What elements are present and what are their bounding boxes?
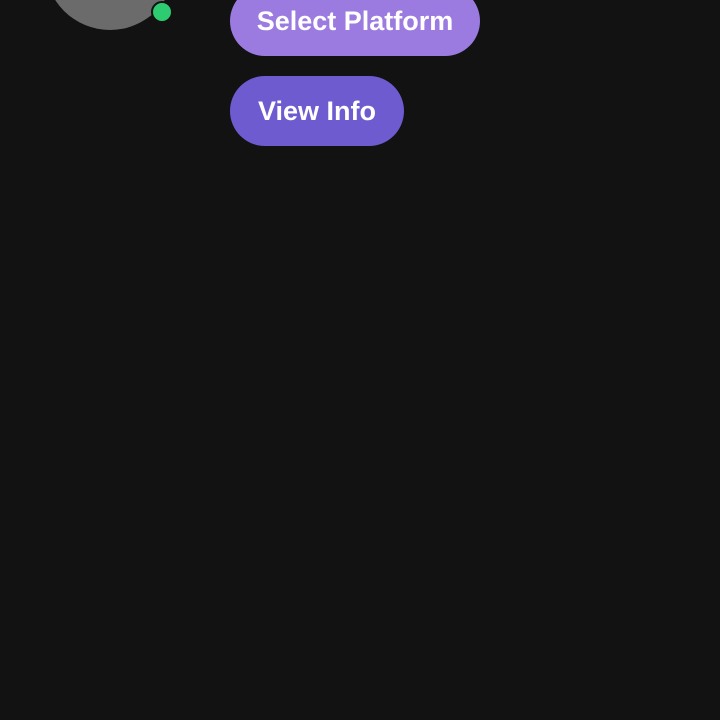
online-status-indicator [151, 1, 173, 23]
profile-avatar-group [45, 0, 175, 30]
select-platform-button[interactable]: Select Platform [230, 0, 480, 56]
app-screen: Select Platform View Info [0, 0, 720, 720]
view-info-button[interactable]: View Info [230, 76, 404, 146]
